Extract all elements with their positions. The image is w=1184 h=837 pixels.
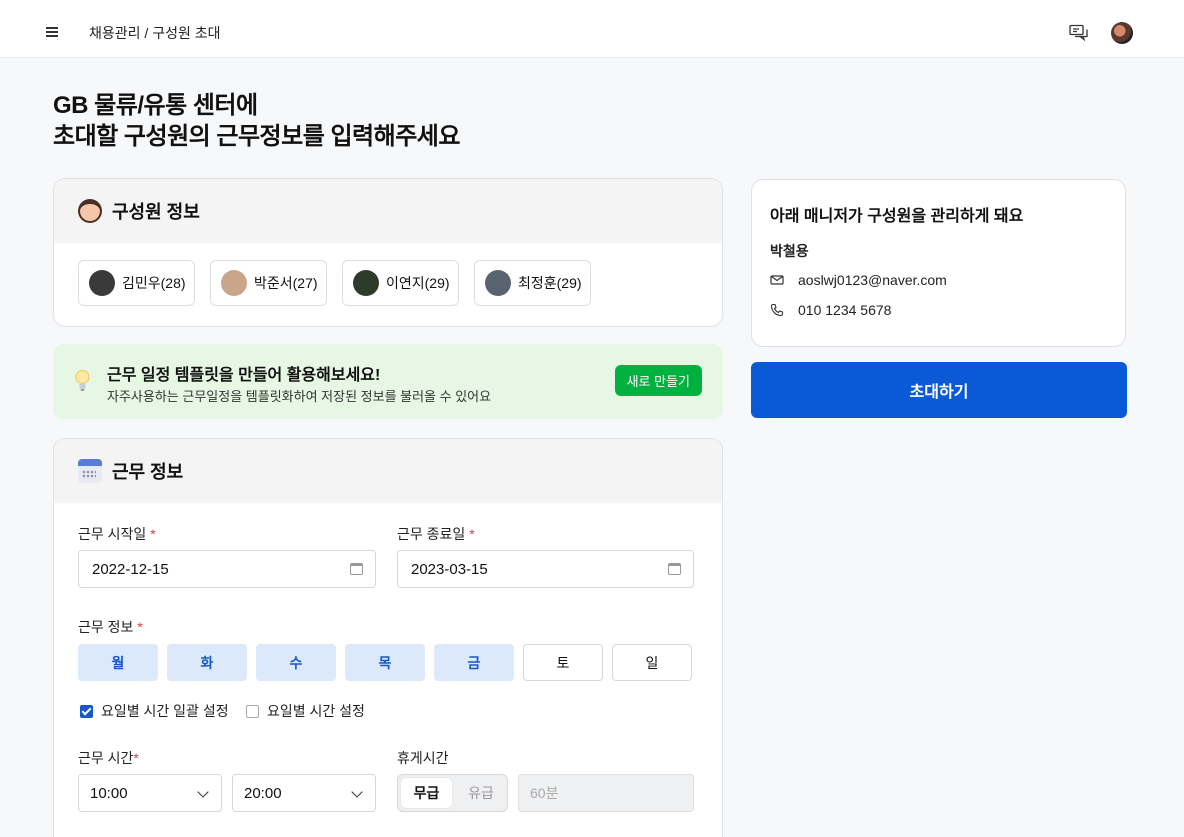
page-title-line1: GB 물류/유통 센터에: [53, 92, 258, 119]
work-days-label: 근무 정보 *: [78, 617, 143, 637]
member-list: 김민우(28) 박준서(27) 이연지(29) 최정훈(29): [54, 243, 722, 323]
day-sat[interactable]: 토: [523, 644, 603, 681]
member-label: 최정훈(29): [518, 275, 582, 291]
member-label: 김민우(28): [122, 275, 186, 291]
start-date-value: 2022-12-15: [92, 560, 169, 578]
work-card-title: 근무 정보: [112, 462, 184, 482]
end-date-label: 근무 종료일 *: [397, 524, 475, 544]
member-chip[interactable]: 박준서(27): [210, 260, 327, 306]
end-date-input[interactable]: 2023-03-15: [397, 550, 694, 588]
break-duration-input: 60분: [518, 774, 694, 812]
required-mark: *: [469, 526, 475, 542]
member-avatar: [89, 270, 115, 296]
calendar-icon[interactable]: [350, 563, 363, 575]
template-tip-banner: 근무 일정 템플릿을 만들어 활용해보세요! 자주사용하는 근무일정을 템플릿화…: [53, 344, 723, 419]
member-chip[interactable]: 이연지(29): [342, 260, 459, 306]
work-time-label-text: 근무 시간: [78, 750, 134, 766]
member-chip[interactable]: 김민우(28): [78, 260, 195, 306]
start-time-value: 10:00: [90, 784, 128, 802]
individual-time-option[interactable]: 요일별 시간 설정: [246, 701, 365, 721]
batch-time-option[interactable]: 요일별 시간 일괄 설정: [80, 701, 229, 721]
work-card-header: 근무 정보: [54, 439, 722, 503]
manager-card: 아래 매니저가 구성원을 관리하게 돼요 박철용 aoslwj0123@nave…: [751, 179, 1126, 347]
individual-time-option-label: 요일별 시간 설정: [267, 703, 365, 719]
top-bar: 채용관리 / 구성원 초대: [0, 0, 1184, 58]
members-card-header: 구성원 정보: [54, 179, 722, 243]
start-date-input[interactable]: 2022-12-15: [78, 550, 376, 588]
lightbulb-icon: [75, 370, 90, 391]
day-thu[interactable]: 목: [345, 644, 425, 681]
manager-phone-text: 010 1234 5678: [798, 302, 892, 318]
day-wed[interactable]: 수: [256, 644, 336, 681]
chat-icon[interactable]: [1069, 24, 1089, 42]
manager-phone: 010 1234 5678: [770, 302, 891, 318]
day-mon[interactable]: 월: [78, 644, 158, 681]
member-label: 이연지(29): [386, 275, 450, 291]
mail-icon: [770, 275, 784, 285]
phone-icon: [770, 303, 784, 317]
end-date-label-text: 근무 종료일: [397, 526, 466, 542]
profile-avatar[interactable]: [1111, 22, 1133, 44]
checkbox-unchecked[interactable]: [246, 704, 259, 718]
day-fri[interactable]: 금: [434, 644, 514, 681]
member-label: 박준서(27): [254, 275, 318, 291]
work-days-label-text: 근무 정보: [78, 619, 134, 635]
end-date-value: 2023-03-15: [411, 560, 488, 578]
batch-time-option-label: 요일별 시간 일괄 설정: [101, 703, 229, 719]
day-sun[interactable]: 일: [612, 644, 692, 681]
manager-card-title: 아래 매니저가 구성원을 관리하게 돼요: [770, 208, 1024, 225]
end-time-select[interactable]: 20:00: [232, 774, 376, 812]
required-mark: *: [133, 750, 139, 766]
work-time-label: 근무 시간*: [78, 748, 139, 768]
members-card: 구성원 정보 김민우(28) 박준서(27) 이연지(29) 최정훈(29): [53, 178, 723, 327]
calendar-icon[interactable]: [668, 563, 681, 575]
manager-name: 박철용: [770, 243, 809, 259]
member-avatar: [485, 270, 511, 296]
chevron-down-icon: [351, 786, 363, 798]
chevron-down-icon: [197, 786, 209, 798]
required-mark: *: [137, 619, 143, 635]
manager-email-text: aoslwj0123@naver.com: [798, 272, 947, 288]
member-avatar: [353, 270, 379, 296]
new-template-button[interactable]: 새로 만들기: [614, 365, 702, 396]
person-emoji-icon: [78, 199, 102, 223]
start-time-select[interactable]: 10:00: [78, 774, 222, 812]
break-unpaid-option[interactable]: 무급: [401, 778, 452, 808]
menu-icon[interactable]: [46, 27, 58, 39]
tip-description: 자주사용하는 근무일정을 템플릿화하여 저장된 정보를 불러올 수 있어요: [107, 389, 492, 404]
page-title-line2: 초대할 구성원의 근무정보를 입력해주세요: [53, 123, 460, 150]
breadcrumb: 채용관리 / 구성원 초대: [89, 25, 221, 41]
members-card-title: 구성원 정보: [112, 202, 200, 222]
end-time-value: 20:00: [244, 784, 282, 802]
break-paid-toggle[interactable]: 무급 유급: [397, 774, 508, 812]
page-title: GB 물류/유통 센터에 초대할 구성원의 근무정보를 입력해주세요: [53, 90, 460, 152]
day-tue[interactable]: 화: [167, 644, 247, 681]
invite-button[interactable]: 초대하기: [751, 362, 1127, 418]
manager-email: aoslwj0123@naver.com: [770, 272, 947, 288]
required-mark: *: [150, 526, 156, 542]
start-date-label-text: 근무 시작일: [78, 526, 147, 542]
break-time-label: 휴게시간: [397, 750, 449, 766]
member-chip[interactable]: 최정훈(29): [474, 260, 591, 306]
tip-title: 근무 일정 템플릿을 만들어 활용해보세요!: [107, 367, 381, 384]
break-paid-option[interactable]: 유급: [456, 778, 506, 808]
calendar-emoji-icon: [78, 459, 102, 483]
checkbox-checked[interactable]: [80, 704, 93, 718]
start-date-label: 근무 시작일 *: [78, 524, 156, 544]
member-avatar: [221, 270, 247, 296]
